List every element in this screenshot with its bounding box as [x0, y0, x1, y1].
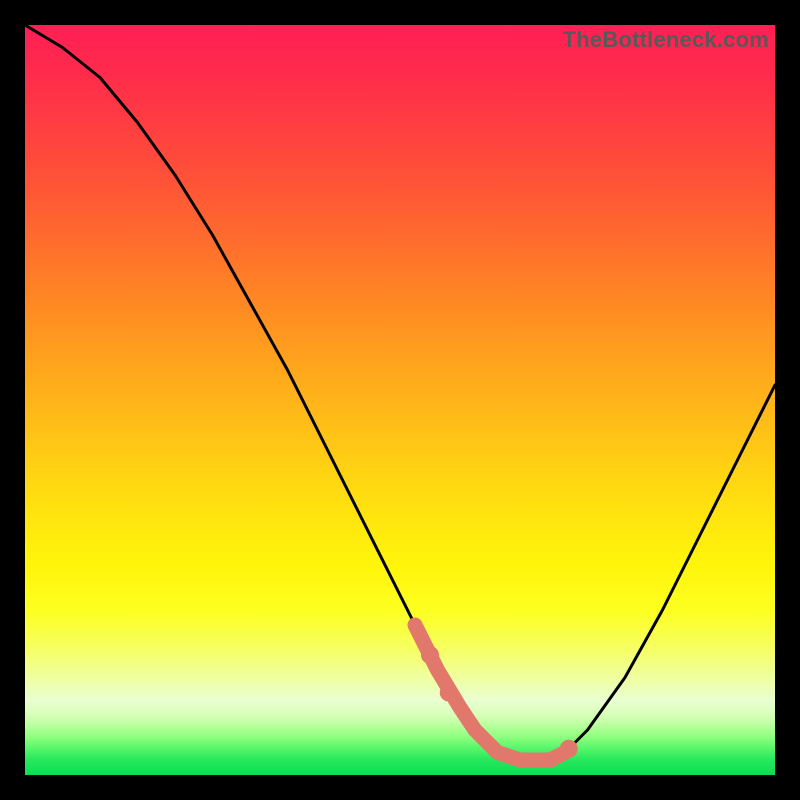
highlight-dot — [560, 740, 578, 758]
highlight-dot — [440, 684, 458, 702]
curve-layer — [25, 25, 775, 760]
highlight-dot — [421, 646, 439, 664]
chart-svg — [25, 25, 775, 775]
bottleneck-curve — [25, 25, 775, 760]
optimal-range-highlight — [415, 625, 565, 760]
chart-frame: TheBottleneck.com — [25, 25, 775, 775]
highlight-dots — [421, 646, 578, 758]
